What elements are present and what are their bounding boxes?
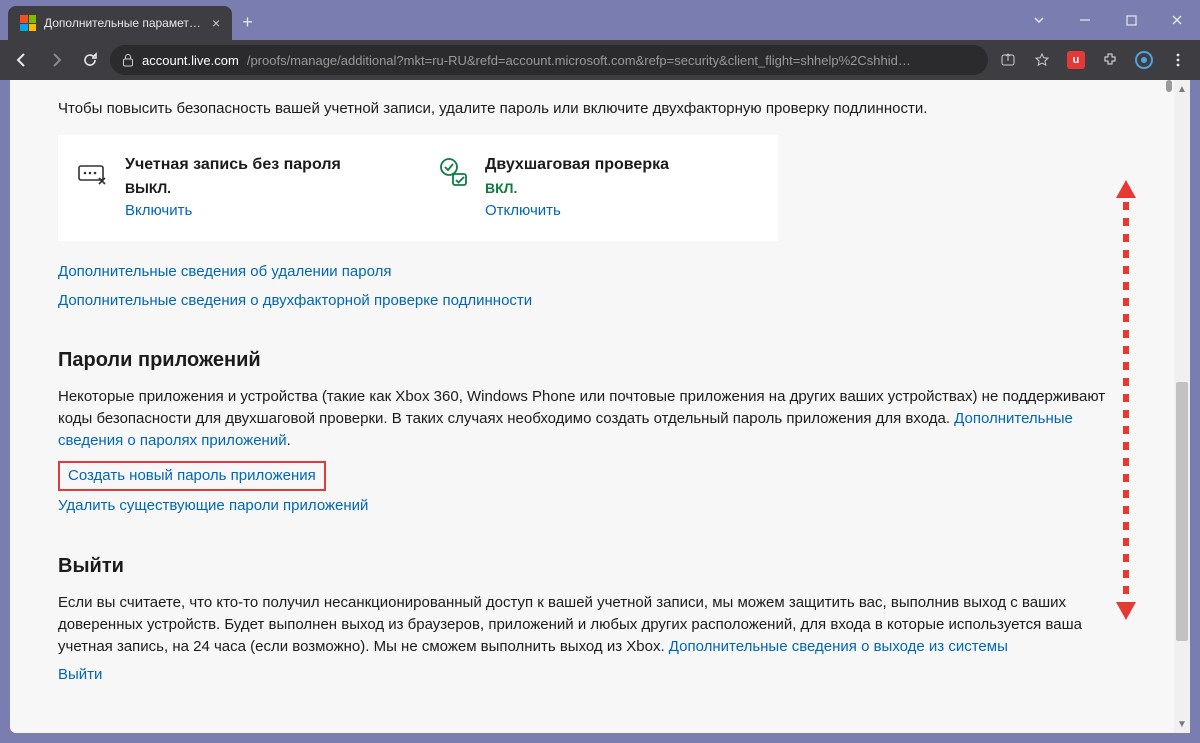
passwordless-action-link[interactable]: Включить — [125, 202, 192, 219]
passwordless-card: Учетная запись без пароля ВЫКЛ. Включить — [58, 135, 418, 241]
ms-favicon — [20, 15, 36, 31]
tab-title: Дополнительные параметры бе — [44, 16, 204, 30]
menu-icon[interactable] — [1164, 46, 1192, 74]
bookmark-icon[interactable] — [1028, 46, 1056, 74]
window-dropdown-icon[interactable] — [1016, 0, 1062, 40]
double-check-icon — [437, 156, 469, 188]
page-viewport: Чтобы повысить безопасность вашей учетно… — [10, 80, 1190, 733]
create-app-password-link[interactable]: Создать новый пароль приложения — [68, 467, 316, 484]
window-close-icon[interactable] — [1154, 0, 1200, 40]
share-icon[interactable] — [994, 46, 1022, 74]
twostep-title: Двухшаговая проверка — [485, 156, 669, 174]
page-content: Чтобы повысить безопасность вашей учетно… — [10, 80, 1174, 733]
scroll-down-icon[interactable]: ▼ — [1174, 715, 1190, 733]
app-passwords-text: Некоторые приложения и устройства (такие… — [58, 386, 1126, 451]
reload-button[interactable] — [76, 46, 104, 74]
signout-link[interactable]: Выйти — [58, 666, 102, 683]
scroll-up-icon[interactable]: ▲ — [1174, 80, 1190, 98]
passwordless-status: ВЫКЛ. — [125, 180, 341, 196]
twostep-status: ВКЛ. — [485, 180, 669, 196]
signout-heading: Выйти — [58, 555, 1126, 578]
lock-icon — [122, 53, 134, 67]
ublock-extension-icon[interactable]: u — [1062, 46, 1090, 74]
inner-scrollbar[interactable] — [1164, 80, 1174, 733]
app-passwords-heading: Пароли приложений — [58, 349, 1126, 372]
new-tab-button[interactable]: + — [232, 0, 263, 40]
password-icon — [77, 156, 109, 188]
extensions-icon[interactable] — [1096, 46, 1124, 74]
browser-tab[interactable]: Дополнительные параметры бе × — [8, 6, 232, 40]
outer-scrollbar[interactable]: ▲ ▼ — [1174, 80, 1190, 733]
twostep-action-link[interactable]: Отключить — [485, 202, 561, 219]
back-button[interactable] — [8, 46, 36, 74]
github-extension-icon[interactable] — [1130, 46, 1158, 74]
create-app-password-highlight: Создать новый пароль приложения — [58, 461, 326, 491]
delete-app-passwords-link[interactable]: Удалить существующие пароли приложений — [58, 497, 368, 514]
signout-info-link[interactable]: Дополнительные сведения о выходе из сист… — [669, 638, 1008, 655]
app-passwords-section: Пароли приложений Некоторые приложения и… — [58, 349, 1126, 515]
more-remove-password-link[interactable]: Дополнительные сведения об удалении паро… — [58, 263, 1126, 280]
window-maximize-icon[interactable] — [1108, 0, 1154, 40]
forward-button[interactable] — [42, 46, 70, 74]
url-path: /proofs/manage/additional?mkt=ru-RU&refd… — [247, 53, 911, 68]
more-2fa-link[interactable]: Дополнительные сведения о двухфакторной … — [58, 292, 1126, 309]
twostep-card: Двухшаговая проверка ВКЛ. Отключить — [418, 135, 778, 241]
browser-toolbar: account.live.com/proofs/manage/additiona… — [0, 40, 1200, 80]
window-minimize-icon[interactable] — [1062, 0, 1108, 40]
scroll-thumb[interactable] — [1176, 382, 1188, 641]
address-bar[interactable]: account.live.com/proofs/manage/additiona… — [110, 45, 988, 75]
signout-section: Выйти Если вы считаете, что кто-то получ… — [58, 555, 1126, 683]
url-domain: account.live.com — [142, 53, 239, 68]
passwordless-title: Учетная запись без пароля — [125, 156, 341, 174]
window-titlebar: Дополнительные параметры бе × + — [0, 0, 1200, 40]
intro-text: Чтобы повысить безопасность вашей учетно… — [58, 100, 1126, 117]
signout-text: Если вы считаете, что кто-то получил нес… — [58, 592, 1126, 657]
tab-close-icon[interactable]: × — [212, 15, 220, 31]
